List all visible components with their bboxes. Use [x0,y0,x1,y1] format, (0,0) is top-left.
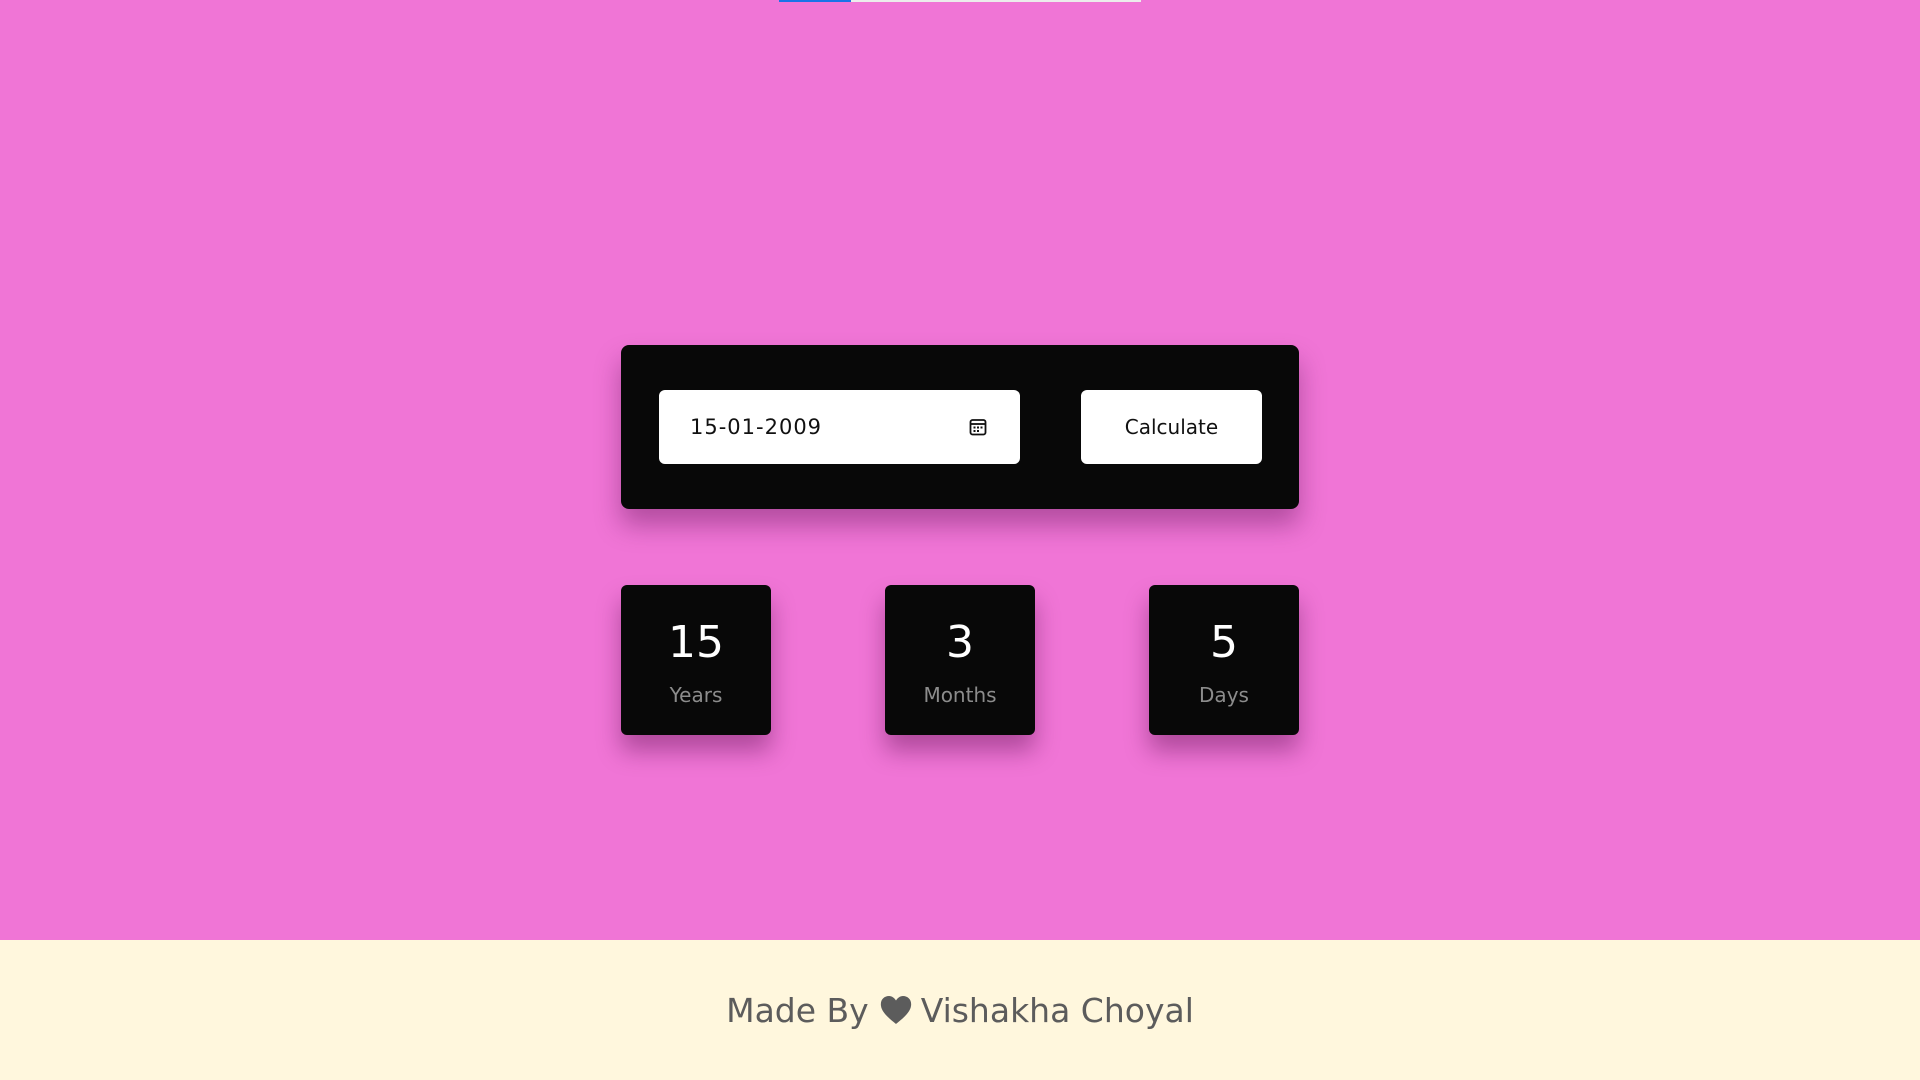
days-result-card: 5 Days [1149,585,1299,735]
footer-credit: Made By Vishakha Choyal [726,991,1194,1030]
footer: Made By Vishakha Choyal [0,940,1920,1080]
main-area: 15-01-2009 Calculate 15 Years 3 Months 5… [0,0,1920,940]
years-label: Years [669,683,723,707]
footer-prefix: Made By [726,990,869,1030]
days-value: 5 [1210,617,1238,668]
calendar-icon[interactable] [968,417,988,437]
date-input-panel: 15-01-2009 Calculate [621,345,1299,509]
years-value: 15 [668,617,724,668]
footer-author: Vishakha Choyal [920,990,1194,1030]
date-input-value: 15-01-2009 [690,415,823,439]
calculate-button[interactable]: Calculate [1081,390,1262,464]
months-value: 3 [946,617,974,668]
months-label: Months [923,683,997,707]
date-input-field[interactable]: 15-01-2009 [659,390,1020,464]
months-result-card: 3 Months [885,585,1035,735]
days-label: Days [1199,683,1249,707]
top-progress-track [779,0,1141,2]
heart-icon [880,996,911,1024]
years-result-card: 15 Years [621,585,771,735]
top-progress-bar [779,0,852,2]
